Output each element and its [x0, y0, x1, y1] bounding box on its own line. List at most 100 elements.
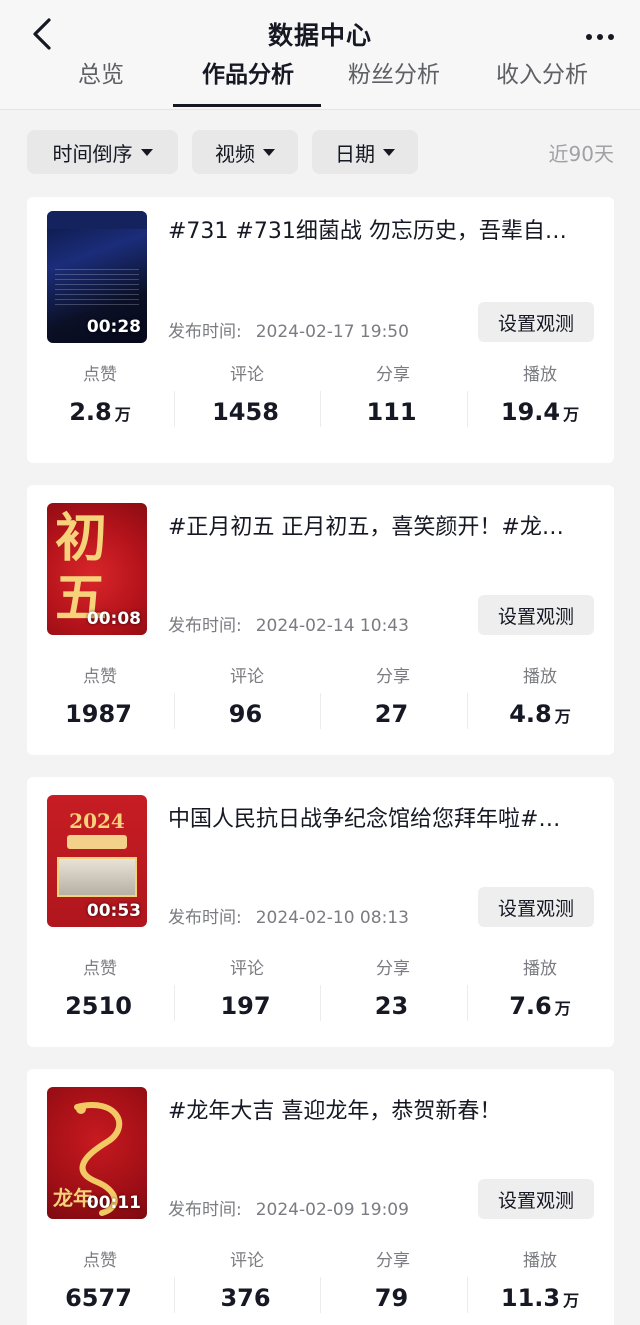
- more-dot-icon: [586, 34, 592, 40]
- plays-unit: 万: [563, 1291, 580, 1310]
- thumbnail-caption: 2024: [69, 809, 125, 833]
- plays-value: 19.4: [500, 398, 561, 426]
- shares-value: 79: [374, 1284, 409, 1312]
- set-observe-button[interactable]: 设置观测: [478, 887, 594, 927]
- shares-label: 分享: [376, 667, 410, 687]
- publish-time: 发布时间: 2024-02-09 19:09: [168, 1195, 409, 1220]
- likes-label: 点赞: [83, 667, 117, 687]
- shares-stat: 分享 27: [320, 665, 466, 732]
- shares-value: 111: [366, 398, 417, 426]
- plays-stat: 播放 19.4 万: [467, 363, 613, 430]
- comments-stat: 评论 197: [174, 957, 320, 1024]
- video-title[interactable]: #正月初五 正月初五，喜笑颜开！#龙…: [168, 509, 593, 541]
- analysis-tabs: 总览 作品分析 粉丝分析 收入分析: [0, 56, 640, 110]
- comments-value: 1458: [212, 398, 279, 426]
- shares-label: 分享: [376, 1251, 410, 1271]
- plays-unit: 万: [554, 707, 571, 726]
- video-duration: 00:53: [86, 901, 141, 921]
- comments-stat: 评论 376: [174, 1249, 320, 1316]
- thumbnail-text-lines: [55, 269, 139, 309]
- caret-down-icon: [383, 148, 395, 156]
- set-observe-button[interactable]: 设置观测: [478, 595, 594, 635]
- video-title[interactable]: #龙年大吉 喜迎龙年，恭贺新春！: [168, 1093, 593, 1125]
- plays-unit: 万: [563, 405, 580, 424]
- video-card[interactable]: 2024 00:53 中国人民抗日战争纪念馆给您拜年啦#… 发布时间: 2024-…: [27, 777, 614, 1047]
- more-dot-icon: [608, 34, 614, 40]
- sort-dropdown-label: 时间倒序: [52, 141, 133, 166]
- plays-label: 播放: [523, 1251, 557, 1271]
- publish-time-value: 2024-02-09 19:09: [255, 1200, 409, 1220]
- video-card[interactable]: 00:28 #731 #731细菌战 勿忘历史，吾辈自… 发布时间: 2024-0…: [27, 197, 614, 463]
- active-tab-indicator: [173, 104, 321, 107]
- set-observe-button[interactable]: 设置观测: [478, 302, 594, 342]
- tab-fans-analysis[interactable]: 粉丝分析: [332, 56, 456, 110]
- video-stats: 点赞 6577 评论 376 分享 79 播放 11.3 万: [27, 1249, 614, 1325]
- video-thumbnail[interactable]: 00:28: [47, 211, 147, 343]
- video-thumbnail[interactable]: 2024 00:53: [47, 795, 147, 927]
- likes-value: 1987: [65, 700, 132, 728]
- shares-stat: 分享 111: [320, 363, 466, 430]
- tab-income-analysis[interactable]: 收入分析: [480, 56, 604, 110]
- video-stats: 点赞 2510 评论 197 分享 23 播放 7.6 万: [27, 957, 614, 1033]
- page-title: 数据中心: [267, 21, 372, 50]
- set-observe-button[interactable]: 设置观测: [478, 1179, 594, 1219]
- comments-stat: 评论 1458: [174, 363, 320, 430]
- likes-value: 2510: [65, 992, 132, 1020]
- plays-value: 4.8: [509, 700, 552, 728]
- comments-label: 评论: [230, 959, 264, 979]
- more-dot-icon: [597, 34, 603, 40]
- tab-overview[interactable]: 总览: [62, 56, 140, 110]
- video-card[interactable]: 龙年 00:11 #龙年大吉 喜迎龙年，恭贺新春！ 发布时间: 2024-02-0…: [27, 1069, 614, 1325]
- likes-value: 6577: [65, 1284, 132, 1312]
- shares-value: 27: [374, 700, 409, 728]
- likes-stat: 点赞 2510: [27, 957, 173, 1024]
- sort-dropdown[interactable]: 时间倒序: [27, 130, 178, 174]
- plays-stat: 播放 4.8 万: [467, 665, 613, 732]
- comments-value: 376: [220, 1284, 271, 1312]
- publish-time-label: 发布时间:: [168, 322, 242, 342]
- more-options-button[interactable]: [580, 22, 620, 52]
- thumbnail-band: [47, 211, 147, 229]
- video-title[interactable]: 中国人民抗日战争纪念馆给您拜年啦#…: [168, 801, 593, 833]
- video-card[interactable]: 初五 00:08 #正月初五 正月初五，喜笑颜开！#龙… 发布时间: 2024-0…: [27, 485, 614, 755]
- likes-label: 点赞: [83, 959, 117, 979]
- plays-label: 播放: [523, 667, 557, 687]
- video-thumbnail[interactable]: 龙年 00:11: [47, 1087, 147, 1219]
- publish-time-label: 发布时间:: [168, 908, 242, 928]
- comments-label: 评论: [230, 667, 264, 687]
- likes-stat: 点赞 1987: [27, 665, 173, 732]
- video-duration: 00:28: [86, 317, 141, 337]
- thumbnail-photo: [57, 857, 137, 897]
- date-range-text: 近90天: [548, 142, 614, 166]
- plays-unit: 万: [554, 999, 571, 1018]
- video-duration: 00:11: [86, 1193, 141, 1213]
- video-title[interactable]: #731 #731细菌战 勿忘历史，吾辈自…: [168, 213, 593, 245]
- content-type-label: 视频: [215, 141, 255, 166]
- plays-stat: 播放 7.6 万: [467, 957, 613, 1024]
- likes-label: 点赞: [83, 365, 117, 385]
- video-stats: 点赞 2.8 万 评论 1458 分享 111 播放 19.4 万: [27, 363, 614, 439]
- comments-stat: 评论 96: [174, 665, 320, 732]
- publish-time: 发布时间: 2024-02-10 08:13: [168, 903, 409, 928]
- publish-time-label: 发布时间:: [168, 1200, 242, 1220]
- likes-label: 点赞: [83, 1251, 117, 1271]
- comments-value: 197: [220, 992, 271, 1020]
- top-bar: 数据中心 总览 作品分析 粉丝分析 收入分析: [0, 0, 640, 110]
- content-type-dropdown[interactable]: 视频: [192, 130, 298, 174]
- video-stats: 点赞 1987 评论 96 分享 27 播放 4.8 万: [27, 665, 614, 741]
- tab-works-analysis[interactable]: 作品分析: [186, 56, 310, 110]
- filter-bar: 时间倒序 视频 日期 近90天: [0, 130, 640, 176]
- plays-value: 7.6: [509, 992, 552, 1020]
- publish-time-value: 2024-02-10 08:13: [255, 908, 409, 928]
- date-dropdown[interactable]: 日期: [312, 130, 418, 174]
- comments-value: 96: [228, 700, 263, 728]
- plays-stat: 播放 11.3 万: [467, 1249, 613, 1316]
- publish-time-label: 发布时间:: [168, 616, 242, 636]
- video-thumbnail[interactable]: 初五 00:08: [47, 503, 147, 635]
- publish-time: 发布时间: 2024-02-17 19:50: [168, 317, 409, 342]
- date-dropdown-label: 日期: [335, 141, 375, 166]
- shares-value: 23: [374, 992, 409, 1020]
- likes-value: 2.8: [69, 398, 112, 426]
- comments-label: 评论: [230, 1251, 264, 1271]
- caret-down-icon: [263, 148, 275, 156]
